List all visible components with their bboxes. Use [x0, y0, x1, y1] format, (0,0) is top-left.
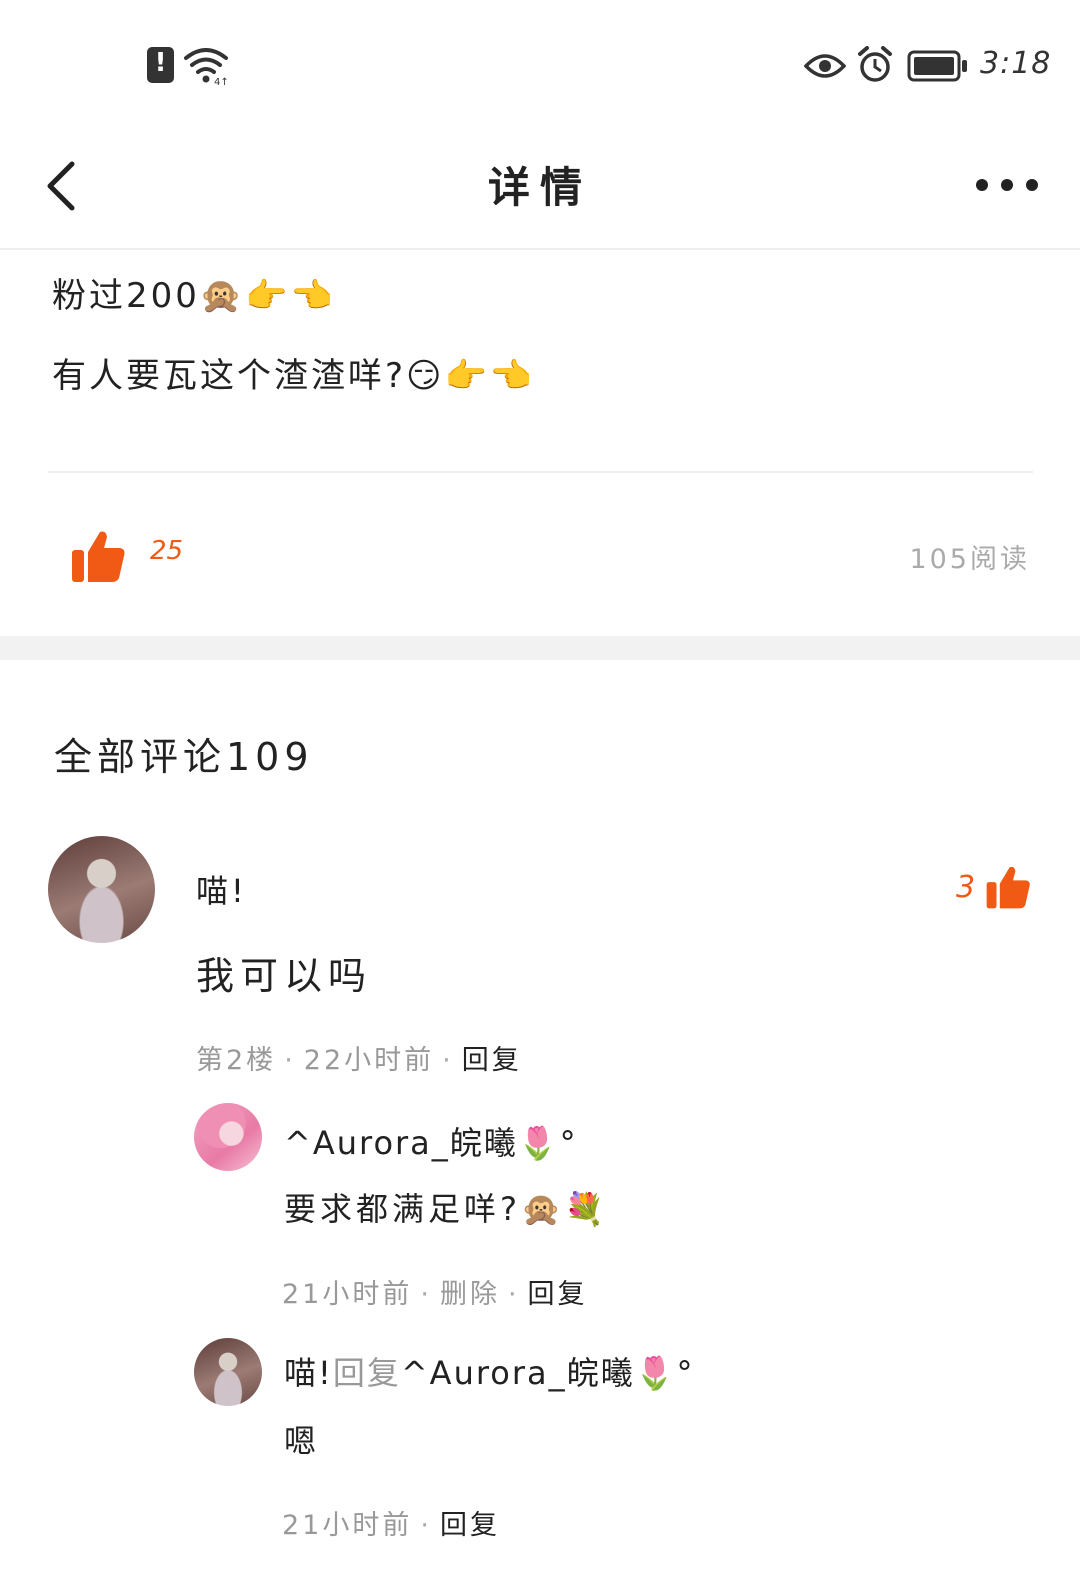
reply-text: 嗯 [284, 1422, 321, 1460]
reply-username[interactable]: ^Aurora_皖曦🌷° [284, 1118, 578, 1164]
thumbs-up-icon[interactable] [70, 528, 126, 584]
avatar[interactable] [194, 1338, 262, 1406]
like-count: 25 [150, 536, 184, 566]
battery-icon [907, 50, 967, 82]
alarm-icon [858, 46, 892, 82]
reply-label: 回复 [332, 1354, 401, 1392]
reply-time: 21小时前 [282, 1279, 413, 1310]
post-text-line-1: 粉过200🙊👉👈 [52, 276, 336, 316]
reply-header: 喵!回复^Aurora_皖曦🌷° [284, 1348, 695, 1394]
eye-icon [804, 54, 846, 78]
separator-dot: · [284, 1045, 296, 1076]
comment-time: 22小时前 [303, 1045, 435, 1076]
status-bar: 4↑ 3:18 [0, 0, 1080, 120]
avatar[interactable] [194, 1103, 262, 1171]
post-text-line-2: 有人要瓦这个渣渣咩?😏👉👈 [52, 356, 536, 396]
reply-meta: 21小时前 · 删除 · 回复 [282, 1272, 588, 1311]
comment-floor: 第2楼 [196, 1045, 277, 1076]
comment-username[interactable]: 喵! [196, 866, 247, 912]
reply-target-username[interactable]: ^Aurora_皖曦🌷° [401, 1354, 695, 1392]
reply-button[interactable]: 回复 [462, 1045, 522, 1076]
delete-button[interactable]: 删除 [440, 1279, 500, 1310]
more-options-button[interactable] [972, 170, 1042, 200]
svg-text:4↑: 4↑ [214, 77, 228, 86]
comment-text: 我可以吗 [196, 954, 373, 998]
comment-meta: 第2楼 · 22小时前 · 回复 [196, 1038, 522, 1077]
comment-like-count: 3 [956, 870, 976, 905]
reply-time: 21小时前 [282, 1510, 413, 1541]
reply-username[interactable]: 喵! [284, 1354, 333, 1392]
separator-dot: · [507, 1279, 520, 1310]
separator-dot: · [420, 1279, 432, 1310]
status-time: 3:18 [980, 46, 1052, 81]
wifi-icon: 4↑ [184, 48, 228, 86]
divider [48, 471, 1033, 473]
warning-icon [147, 47, 174, 83]
page-title: 详情 [487, 163, 592, 212]
reply-button[interactable]: 回复 [528, 1279, 588, 1310]
reply-meta: 21小时前 · 回复 [282, 1503, 500, 1542]
avatar[interactable] [48, 836, 155, 943]
separator-dot: · [420, 1510, 432, 1541]
top-nav-bar: 详情 [0, 120, 1080, 250]
thumbs-up-icon[interactable] [985, 864, 1031, 910]
reply-text: 要求都满足咩?🙊💐 [284, 1190, 609, 1228]
reply-button[interactable]: 回复 [440, 1510, 500, 1541]
separator-dot: · [442, 1045, 454, 1076]
read-count: 105阅读 [909, 544, 1030, 575]
section-separator [0, 636, 1080, 660]
comments-title: 全部评论109 [54, 735, 314, 779]
